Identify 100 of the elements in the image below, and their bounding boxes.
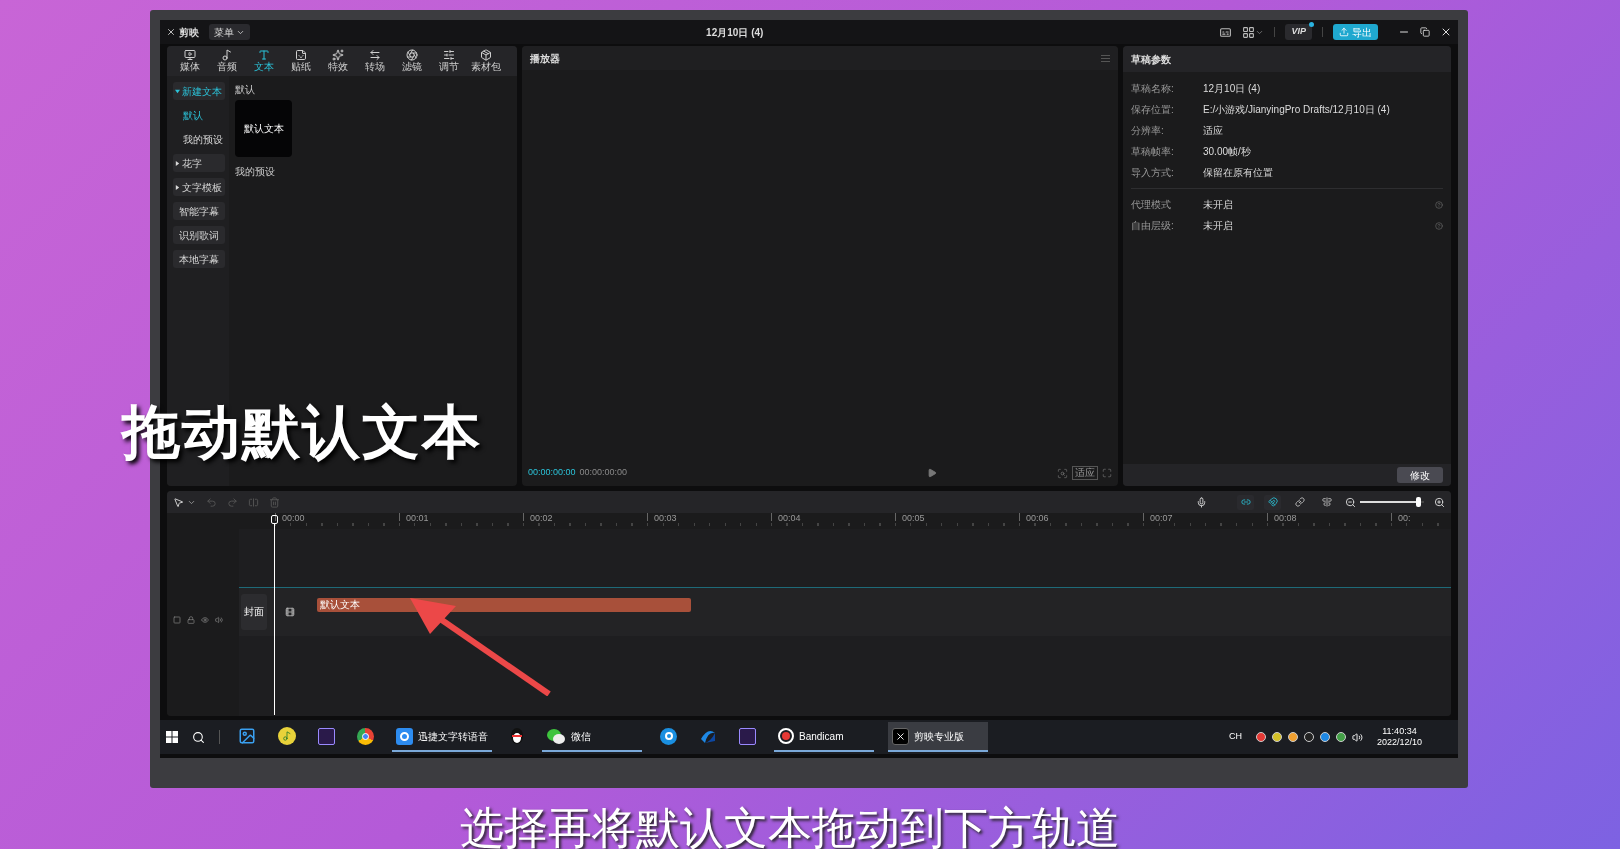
media-tab[interactable]: 文本 (245, 49, 282, 73)
cover-button[interactable]: 封面 (241, 594, 267, 630)
windows-logo-icon[interactable] (166, 731, 178, 743)
sidebar-group[interactable]: 新建文本 (173, 82, 225, 100)
property-label: 自由层级: (1131, 219, 1175, 233)
tray-icon[interactable] (1287, 732, 1298, 742)
panel-title: 播放器 (530, 51, 560, 66)
filter-icon (405, 49, 418, 61)
timeline-toggle[interactable] (1264, 494, 1281, 510)
input-method[interactable]: CH (1228, 730, 1242, 744)
property-label: 草稿帧率: (1131, 145, 1175, 159)
thumbnail-icon[interactable] (173, 616, 181, 624)
ruler-label: 00:06 (1026, 513, 1049, 523)
property-label: 草稿名称: (1131, 82, 1175, 96)
property-label: 分辨率: (1131, 124, 1165, 138)
slider-thumb[interactable] (1415, 497, 1421, 507)
lock-icon[interactable] (187, 616, 195, 624)
film-icon[interactable] (285, 607, 295, 617)
chat-bubbles-icon (546, 727, 566, 745)
property-value: 12月10日 (4) (1203, 82, 1261, 96)
media-tab[interactable]: 转场 (356, 49, 393, 73)
transition-icon (368, 49, 381, 61)
sidebar-item[interactable]: 识别歌词 (173, 226, 225, 244)
media-tab[interactable]: 素材包 (467, 49, 504, 73)
total-time: 00:00:00:00 (579, 466, 628, 480)
tray-icon[interactable] (1303, 732, 1314, 742)
play-screen-icon (183, 49, 196, 61)
text-preset-card[interactable]: 默认文本 (235, 100, 292, 157)
edit-button[interactable]: 修改 (1397, 467, 1443, 483)
property-value: 30.00帧/秒 (1203, 145, 1251, 159)
media-tab[interactable]: 滤镜 (393, 49, 430, 73)
taskbar-app[interactable]: 迅捷文字转语音 (392, 722, 492, 752)
ruler-label: 00:01 (406, 513, 429, 523)
taskbar-app[interactable]: 微信 (542, 722, 642, 752)
ruler-label: 00:07 (1150, 513, 1173, 523)
tray-icon[interactable] (1271, 732, 1282, 742)
ruler-label: 00:03 (654, 513, 677, 523)
tray-icon[interactable] (1335, 732, 1346, 742)
penguin-icon (510, 727, 524, 745)
zoom-out-icon[interactable] (1345, 496, 1356, 508)
sidebar-item[interactable]: 智能字幕 (173, 202, 225, 220)
app-logo: 剪映 (166, 24, 199, 40)
current-time: 00:00:00:00 (528, 466, 576, 480)
subtitle-icon[interactable] (1219, 25, 1233, 39)
music-note-icon (278, 727, 296, 745)
microphone-icon[interactable] (1196, 496, 1207, 508)
expanded-triangle-icon (175, 88, 180, 94)
ruler-label: 00:02 (530, 513, 553, 523)
play-icon[interactable] (927, 468, 938, 478)
collapsed-triangle-icon (175, 160, 180, 166)
sidebar-group[interactable]: 文字模板 (173, 178, 225, 196)
tray-icon[interactable] (1255, 732, 1266, 742)
sidebar-item[interactable]: 本地字幕 (173, 250, 225, 268)
record-icon (778, 728, 794, 744)
property-label: 导入方式: (1131, 166, 1175, 180)
search-icon[interactable] (192, 730, 205, 744)
pr-app-icon (318, 727, 335, 745)
zoom-in-icon[interactable] (1434, 496, 1445, 508)
link-icon (1240, 497, 1251, 507)
sticker-icon (294, 49, 307, 61)
sidebar-group[interactable]: 花字 (173, 154, 225, 172)
ruler-label: 00:00 (282, 513, 305, 523)
property-value: 保留在原有位置 (1203, 166, 1273, 180)
property-value: 未开启 (1203, 219, 1234, 233)
property-label: 代理模式 (1131, 198, 1172, 212)
taskbar-app[interactable]: 剪映专业版 (888, 722, 988, 752)
scissors-app-icon (892, 727, 909, 745)
tray-icon[interactable] (1319, 732, 1330, 742)
ruler-label: 00:08 (1274, 513, 1297, 523)
picture-icon (238, 727, 256, 745)
menu-button[interactable]: 菜单 (209, 24, 250, 40)
section-title: 默认 (235, 83, 256, 97)
sidebar-subitem[interactable]: 我的预设 (173, 130, 229, 148)
taskbar-app[interactable]: Bandicam (774, 722, 874, 752)
ratio-button[interactable]: 适应 (1072, 466, 1098, 480)
volume-icon[interactable] (1351, 731, 1363, 743)
magnet-icon (1267, 497, 1278, 507)
media-tab[interactable]: 贴纸 (282, 49, 319, 73)
speech-app-icon (396, 727, 413, 745)
property-value: 未开启 (1203, 198, 1234, 212)
eye-icon[interactable] (201, 616, 209, 624)
media-tab[interactable]: 特效 (319, 49, 356, 73)
music-icon (220, 49, 233, 61)
browser-icon (357, 727, 374, 745)
timeline-toggle[interactable] (1237, 494, 1254, 510)
vip-badge[interactable]: VIP (1285, 24, 1312, 40)
media-tab[interactable]: 调节 (430, 49, 467, 73)
clock-date: 2022/12/10 (1376, 737, 1422, 748)
clock-time: 11:40:34 (1382, 726, 1417, 737)
media-tab[interactable]: 音频 (208, 49, 245, 73)
sidebar-subitem[interactable]: 默认 (173, 106, 229, 124)
playhead[interactable] (271, 515, 278, 715)
chain-icon (1294, 497, 1305, 507)
cursor-icon[interactable] (173, 496, 184, 508)
ruler-label: 00: (1398, 513, 1411, 523)
restore-icon[interactable] (1420, 27, 1430, 37)
media-tab[interactable]: 媒体 (171, 49, 208, 73)
close-icon[interactable] (1440, 26, 1452, 38)
text-clip[interactable]: 默认文本 (317, 598, 691, 612)
layout-icon[interactable] (1242, 25, 1256, 39)
